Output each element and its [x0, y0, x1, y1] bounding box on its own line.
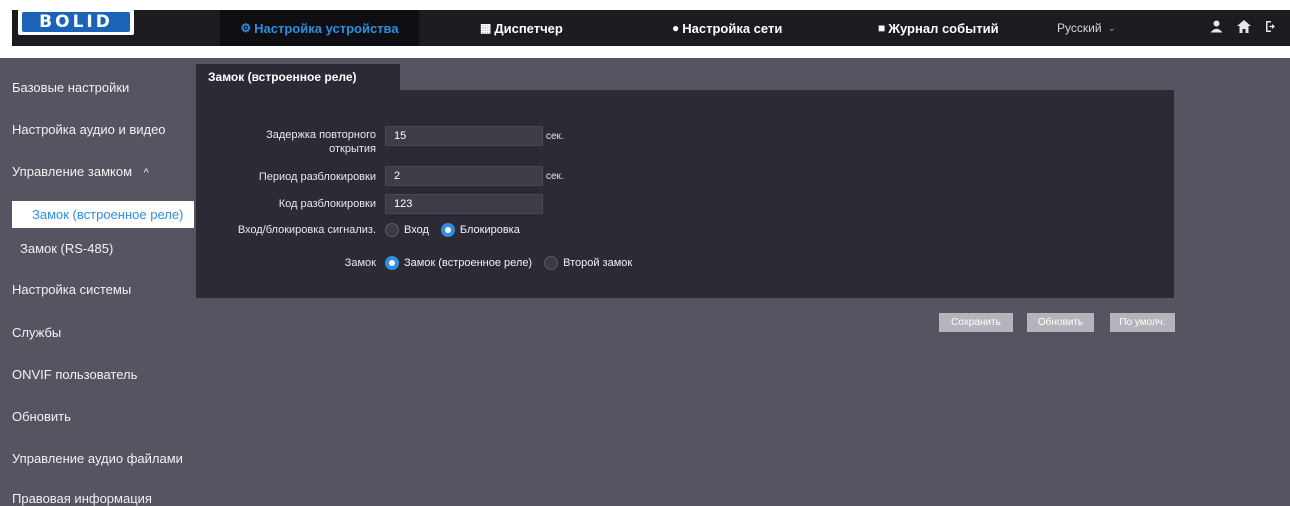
logo: BOLID — [18, 9, 134, 35]
chevron-up-icon: ^ — [143, 167, 149, 179]
radio-unchecked-icon[interactable] — [544, 256, 559, 270]
reopen-delay-unit: сек. — [546, 131, 564, 142]
journal-icon: ■ — [878, 21, 886, 35]
settings-panel: Задержка повторного открытия 15 сек. Пер… — [196, 90, 1174, 298]
header: BOLID ⚙ Настройка устройства ▦ Диспетчер… — [0, 0, 1290, 58]
app-root: BOLID ⚙ Настройка устройства ▦ Диспетчер… — [0, 0, 1290, 506]
save-button[interactable]: Сохранить — [939, 313, 1013, 332]
nav-dispatch-label: Диспетчер — [494, 20, 563, 36]
nav-journal-label: Журнал событий — [888, 20, 999, 36]
nav-event-journal[interactable]: ■ Журнал событий — [878, 10, 999, 46]
lock-option-builtin-relay[interactable]: Замок (встроенное реле) — [385, 256, 532, 270]
chevron-down-icon: ⌄ — [1107, 22, 1116, 34]
radio-checked-icon[interactable] — [440, 223, 455, 237]
reopen-delay-label: Задержка повторного открытия — [216, 128, 376, 156]
alarm-input-option-input[interactable]: Вход — [385, 223, 429, 237]
sidebar-item-lock-rs485[interactable]: Замок (RS-485) — [20, 241, 113, 256]
alarm-input-label: Вход/блокировка сигнализ. — [237, 224, 376, 236]
sidebar-item-lock-control[interactable]: Управление замком ^ — [12, 164, 149, 179]
logo-text: BOLID — [22, 12, 130, 32]
alarm-input-option-input-label: Вход — [404, 224, 429, 236]
nav-network-settings[interactable]: ● Настройка сети — [672, 10, 782, 46]
globe-icon: ● — [672, 21, 680, 35]
building-icon: ▦ — [480, 21, 492, 35]
gear-icon: ⚙ — [240, 21, 252, 35]
tab-lock-builtin-relay[interactable]: Замок (встроенное реле) — [196, 64, 400, 90]
logout-icon[interactable] — [1265, 20, 1278, 36]
sidebar-item-update[interactable]: Обновить — [12, 409, 71, 424]
unlock-period-unit: сек. — [546, 171, 564, 182]
nav-device-settings[interactable]: ⚙ Настройка устройства — [220, 10, 419, 46]
radio-checked-icon[interactable] — [385, 256, 399, 270]
unlock-code-label: Код разблокировки — [278, 198, 376, 210]
user-icon[interactable] — [1210, 20, 1223, 36]
reopen-delay-input[interactable]: 15 — [385, 126, 543, 146]
home-icon[interactable] — [1237, 20, 1251, 36]
sidebar-item-onvif-user[interactable]: ONVIF пользователь — [12, 367, 137, 382]
language-select[interactable]: Русский ⌄ — [1057, 10, 1116, 46]
alarm-input-radio-group: Вход Блокировка — [385, 223, 532, 237]
nav-network-label: Настройка сети — [682, 20, 783, 36]
lock-option-second-lock-label: Второй замок — [563, 257, 633, 269]
nav-dispatcher[interactable]: ▦ Диспетчер — [480, 10, 563, 46]
lock-radio-group: Замок (встроенное реле) Второй замок — [385, 256, 644, 270]
sidebar-item-system-settings[interactable]: Настройка системы — [12, 282, 131, 297]
sidebar-item-lock-builtin-relay[interactable]: Замок (встроенное реле) — [12, 201, 194, 228]
reopen-delay-label-line2: открытия — [329, 143, 376, 155]
unlock-period-input[interactable]: 2 — [385, 166, 543, 186]
sidebar-item-label: Управление замком — [12, 164, 133, 179]
sidebar-item-services[interactable]: Службы — [12, 325, 61, 340]
reopen-delay-label-line1: Задержка повторного — [266, 129, 376, 141]
unlock-period-label: Период разблокировки — [258, 171, 376, 183]
lock-label: Замок — [344, 257, 376, 269]
header-icons — [1210, 10, 1278, 46]
lock-option-second-lock[interactable]: Второй замок — [544, 256, 632, 270]
sidebar-item-audio-video[interactable]: Настройка аудио и видео — [12, 122, 166, 137]
sidebar-item-legal-info[interactable]: Правовая информация — [12, 491, 152, 506]
language-label: Русский — [1057, 21, 1102, 35]
nav-device-label: Настройка устройства — [254, 20, 399, 36]
unlock-code-input[interactable]: 123 — [385, 194, 543, 214]
lock-option-builtin-relay-label: Замок (встроенное реле) — [404, 257, 533, 269]
default-button[interactable]: По умолч. — [1110, 313, 1175, 332]
refresh-button[interactable]: Обновить — [1027, 313, 1094, 332]
sidebar-item-audio-files[interactable]: Управление аудио файлами — [12, 451, 183, 466]
radio-unchecked-icon[interactable] — [385, 223, 399, 237]
alarm-input-option-block[interactable]: Блокировка — [440, 223, 520, 237]
sidebar: Базовые настройки Настройка аудио и виде… — [0, 58, 196, 506]
alarm-input-option-block-label: Блокировка — [459, 224, 520, 236]
sidebar-item-basic-settings[interactable]: Базовые настройки — [12, 80, 129, 95]
